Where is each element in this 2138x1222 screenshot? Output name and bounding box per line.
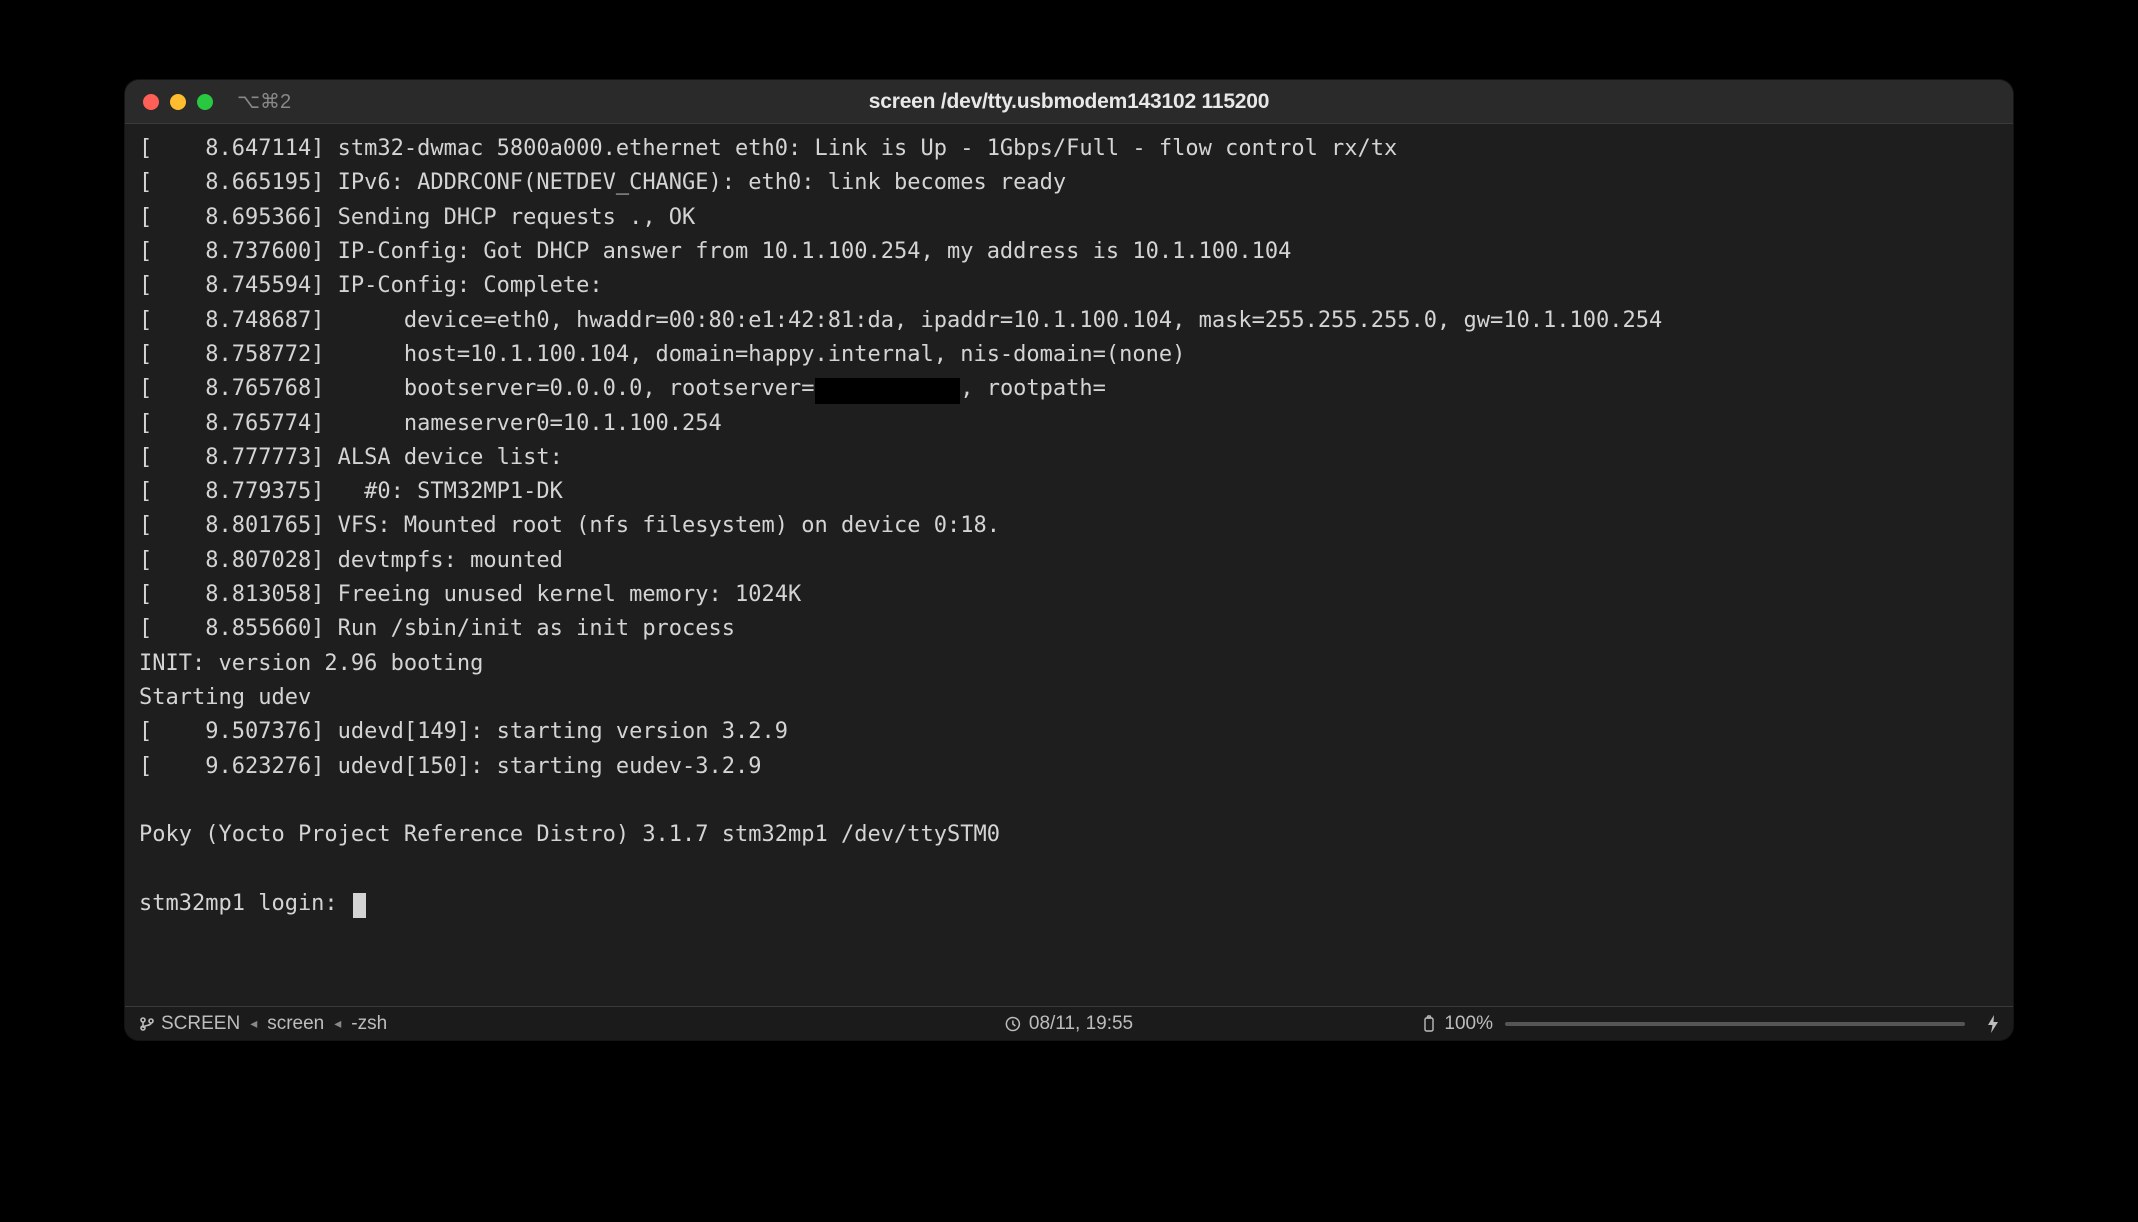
terminal-line: [ 8.665195] IPv6: ADDRCONF(NETDEV_CHANGE… <box>139 166 1999 200</box>
terminal-line: [ 8.695366] Sending DHCP requests ., OK <box>139 201 1999 235</box>
terminal-line: [ 8.765768] bootserver=0.0.0.0, rootserv… <box>139 372 1999 406</box>
progress-bar <box>1505 1022 1965 1026</box>
window-title: screen /dev/tty.usbmodem143102 115200 <box>869 90 1269 114</box>
status-battery: 100% <box>1444 1013 1493 1035</box>
separator: ◂ <box>246 1015 261 1032</box>
terminal-line: [ 8.748687] device=eth0, hwaddr=00:80:e1… <box>139 304 1999 338</box>
window-titlebar: ⌥⌘2 screen /dev/tty.usbmodem143102 11520… <box>125 80 2013 124</box>
status-datetime: 08/11, 19:55 <box>1029 1013 1133 1035</box>
terminal-line: [ 8.758772] host=10.1.100.104, domain=ha… <box>139 338 1999 372</box>
status-session: screen <box>267 1013 324 1035</box>
close-button[interactable] <box>143 94 159 110</box>
terminal-line: [ 8.801765] VFS: Mounted root (nfs files… <box>139 509 1999 543</box>
traffic-lights <box>143 94 213 110</box>
branch-icon <box>139 1016 155 1032</box>
terminal-line: INIT: version 2.96 booting <box>139 647 1999 681</box>
terminal-line: [ 8.807028] devtmpfs: mounted <box>139 544 1999 578</box>
terminal-window: ⌥⌘2 screen /dev/tty.usbmodem143102 11520… <box>125 80 2013 1040</box>
terminal-line: [ 8.779375] #0: STM32MP1-DK <box>139 475 1999 509</box>
terminal-line: [ 8.855660] Run /sbin/init as init proce… <box>139 612 1999 646</box>
terminal-line: Starting udev <box>139 681 1999 715</box>
terminal-line: [ 8.647114] stm32-dwmac 5800a000.etherne… <box>139 132 1999 166</box>
separator: ◂ <box>330 1015 345 1032</box>
maximize-button[interactable] <box>197 94 213 110</box>
minimize-button[interactable] <box>170 94 186 110</box>
login-prompt[interactable]: stm32mp1 login: <box>139 887 1999 921</box>
status-center: 08/11, 19:55 <box>1005 1013 1133 1035</box>
terminal-line: [ 8.813058] Freeing unused kernel memory… <box>139 578 1999 612</box>
terminal-line: [ 8.737600] IP-Config: Got DHCP answer f… <box>139 235 1999 269</box>
clock-icon <box>1005 1016 1021 1032</box>
terminal-output[interactable]: [ 8.647114] stm32-dwmac 5800a000.etherne… <box>125 124 2013 1006</box>
status-process: SCREEN <box>161 1013 240 1035</box>
redacted-block <box>815 378 961 404</box>
status-right: 100% <box>1422 1013 1999 1035</box>
status-shell: -zsh <box>351 1013 387 1035</box>
terminal-line: [ 8.777773] ALSA device list: <box>139 441 1999 475</box>
terminal-line <box>139 784 1999 818</box>
bolt-icon <box>1987 1015 1999 1033</box>
terminal-line: [ 8.745594] IP-Config: Complete: <box>139 269 1999 303</box>
terminal-line: [ 8.765774] nameserver0=10.1.100.254 <box>139 407 1999 441</box>
terminal-line: [ 9.507376] udevd[149]: starting version… <box>139 715 1999 749</box>
status-left: SCREEN ◂ screen ◂ -zsh <box>139 1013 387 1035</box>
terminal-line <box>139 853 1999 887</box>
terminal-line: [ 9.623276] udevd[150]: starting eudev-3… <box>139 750 1999 784</box>
cursor <box>353 893 366 918</box>
terminal-line: Poky (Yocto Project Reference Distro) 3.… <box>139 818 1999 852</box>
session-hint: ⌥⌘2 <box>237 89 291 114</box>
statusbar: SCREEN ◂ screen ◂ -zsh 08/11, 19:55 100% <box>125 1006 2013 1040</box>
battery-icon <box>1422 1015 1436 1033</box>
